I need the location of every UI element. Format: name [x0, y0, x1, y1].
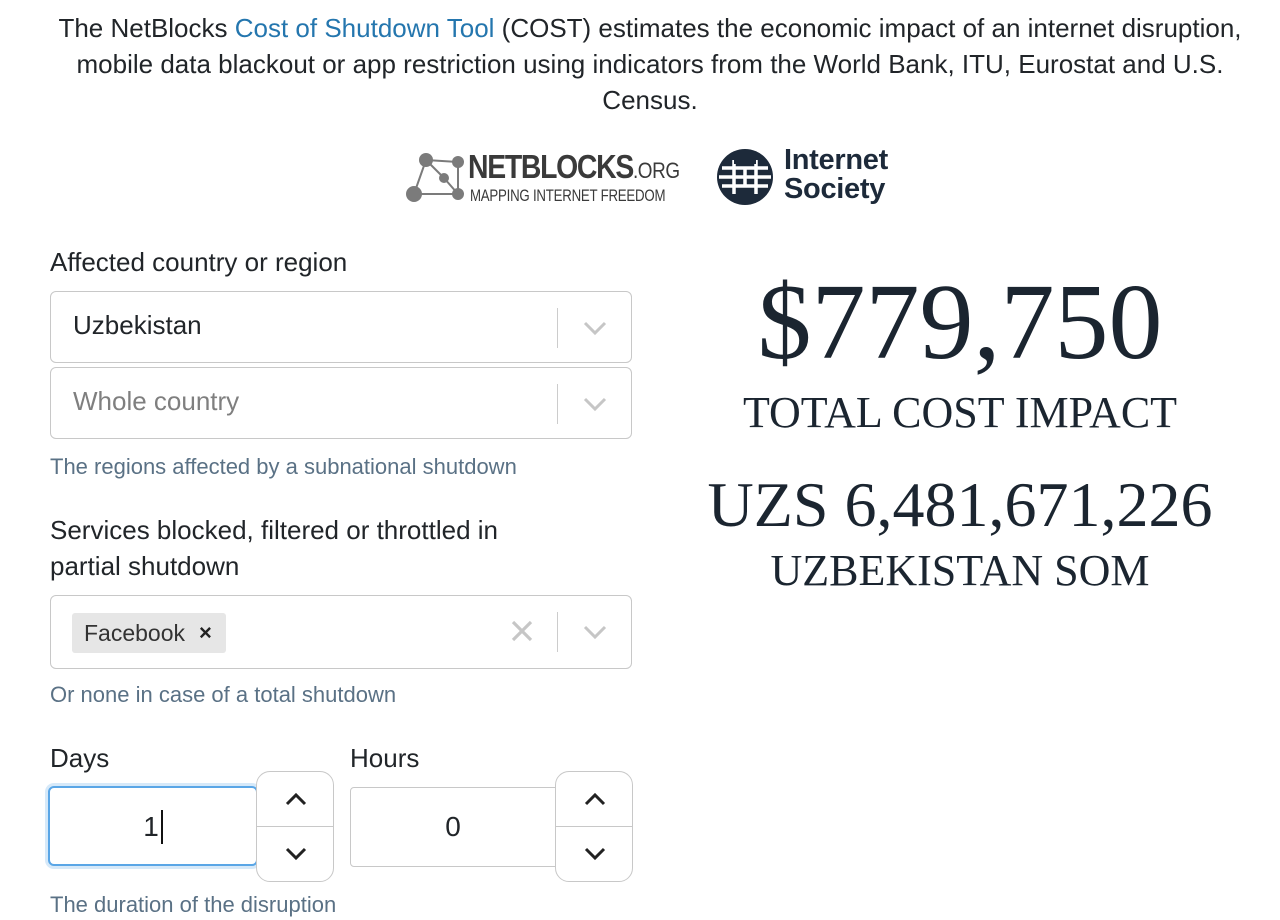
hours-label: Hours: [350, 743, 420, 773]
select-separator: [557, 308, 558, 348]
country-select[interactable]: Uzbekistan: [50, 291, 632, 363]
services-help: Or none in case of a total shutdown: [50, 682, 397, 707]
intro-before: The NetBlocks: [58, 13, 235, 43]
netblocks-graph-icon: [406, 153, 464, 202]
cost-tool-link[interactable]: Cost of Shutdown Tool: [235, 13, 495, 43]
netblocks-logo[interactable]: NETBLOCKS.ORG MAPPING INTERNET FREEDOM: [402, 148, 680, 208]
hours-input[interactable]: 0: [350, 787, 556, 867]
intro-text: The NetBlocks Cost of Shutdown Tool (COS…: [30, 10, 1270, 118]
globe-icon: [717, 149, 773, 205]
internet-society-wordmark: Internet Society: [784, 144, 888, 205]
local-currency-value: UZS 6,481,671,226: [707, 469, 1213, 540]
chevron-up-icon: [584, 792, 606, 806]
chevron-down-icon: [285, 847, 307, 861]
region-select-placeholder: Whole country: [73, 386, 240, 416]
days-label: Days: [50, 743, 110, 773]
hours-increment-button[interactable]: [555, 771, 633, 827]
region-select[interactable]: Whole country: [50, 367, 632, 439]
chevron-down-icon: [584, 847, 606, 861]
chevron-down-icon[interactable]: [581, 620, 609, 644]
services-multiselect[interactable]: Facebook ×: [50, 595, 632, 669]
text-caret: [160, 809, 163, 844]
country-select-value: Uzbekistan: [73, 310, 202, 340]
netblocks-wordmark: NETBLOCKS.ORG: [468, 148, 680, 185]
select-separator: [557, 384, 558, 424]
internet-society-logo[interactable]: Internet Society: [716, 146, 916, 210]
days-decrement-button[interactable]: [256, 826, 334, 882]
local-currency-label: UZBEKISTAN SOM: [770, 546, 1150, 595]
duration-help: The duration of the disruption: [50, 892, 337, 917]
total-cost-value: $779,750: [757, 263, 1163, 382]
days-increment-button[interactable]: [256, 771, 334, 827]
services-label: Services blocked, filtered or throttled …: [50, 515, 498, 581]
chevron-down-icon[interactable]: [581, 316, 609, 340]
netblocks-tagline: MAPPING INTERNET FREEDOM: [470, 186, 666, 205]
service-tag-label: Facebook: [84, 619, 186, 646]
hours-value: 0: [445, 811, 461, 842]
select-separator: [557, 612, 558, 652]
chevron-up-icon: [285, 792, 307, 806]
days-input[interactable]: 1: [48, 786, 258, 866]
country-label: Affected country or region: [50, 247, 348, 277]
clear-x-icon[interactable]: [509, 618, 535, 644]
hours-decrement-button[interactable]: [555, 826, 633, 882]
service-tag-facebook: Facebook ×: [72, 613, 226, 653]
days-value: 1: [143, 811, 159, 842]
remove-tag-icon[interactable]: ×: [199, 620, 212, 646]
total-cost-label: TOTAL COST IMPACT: [742, 388, 1178, 437]
chevron-down-icon[interactable]: [581, 392, 609, 416]
region-help: The regions affected by a subnational sh…: [50, 454, 517, 479]
